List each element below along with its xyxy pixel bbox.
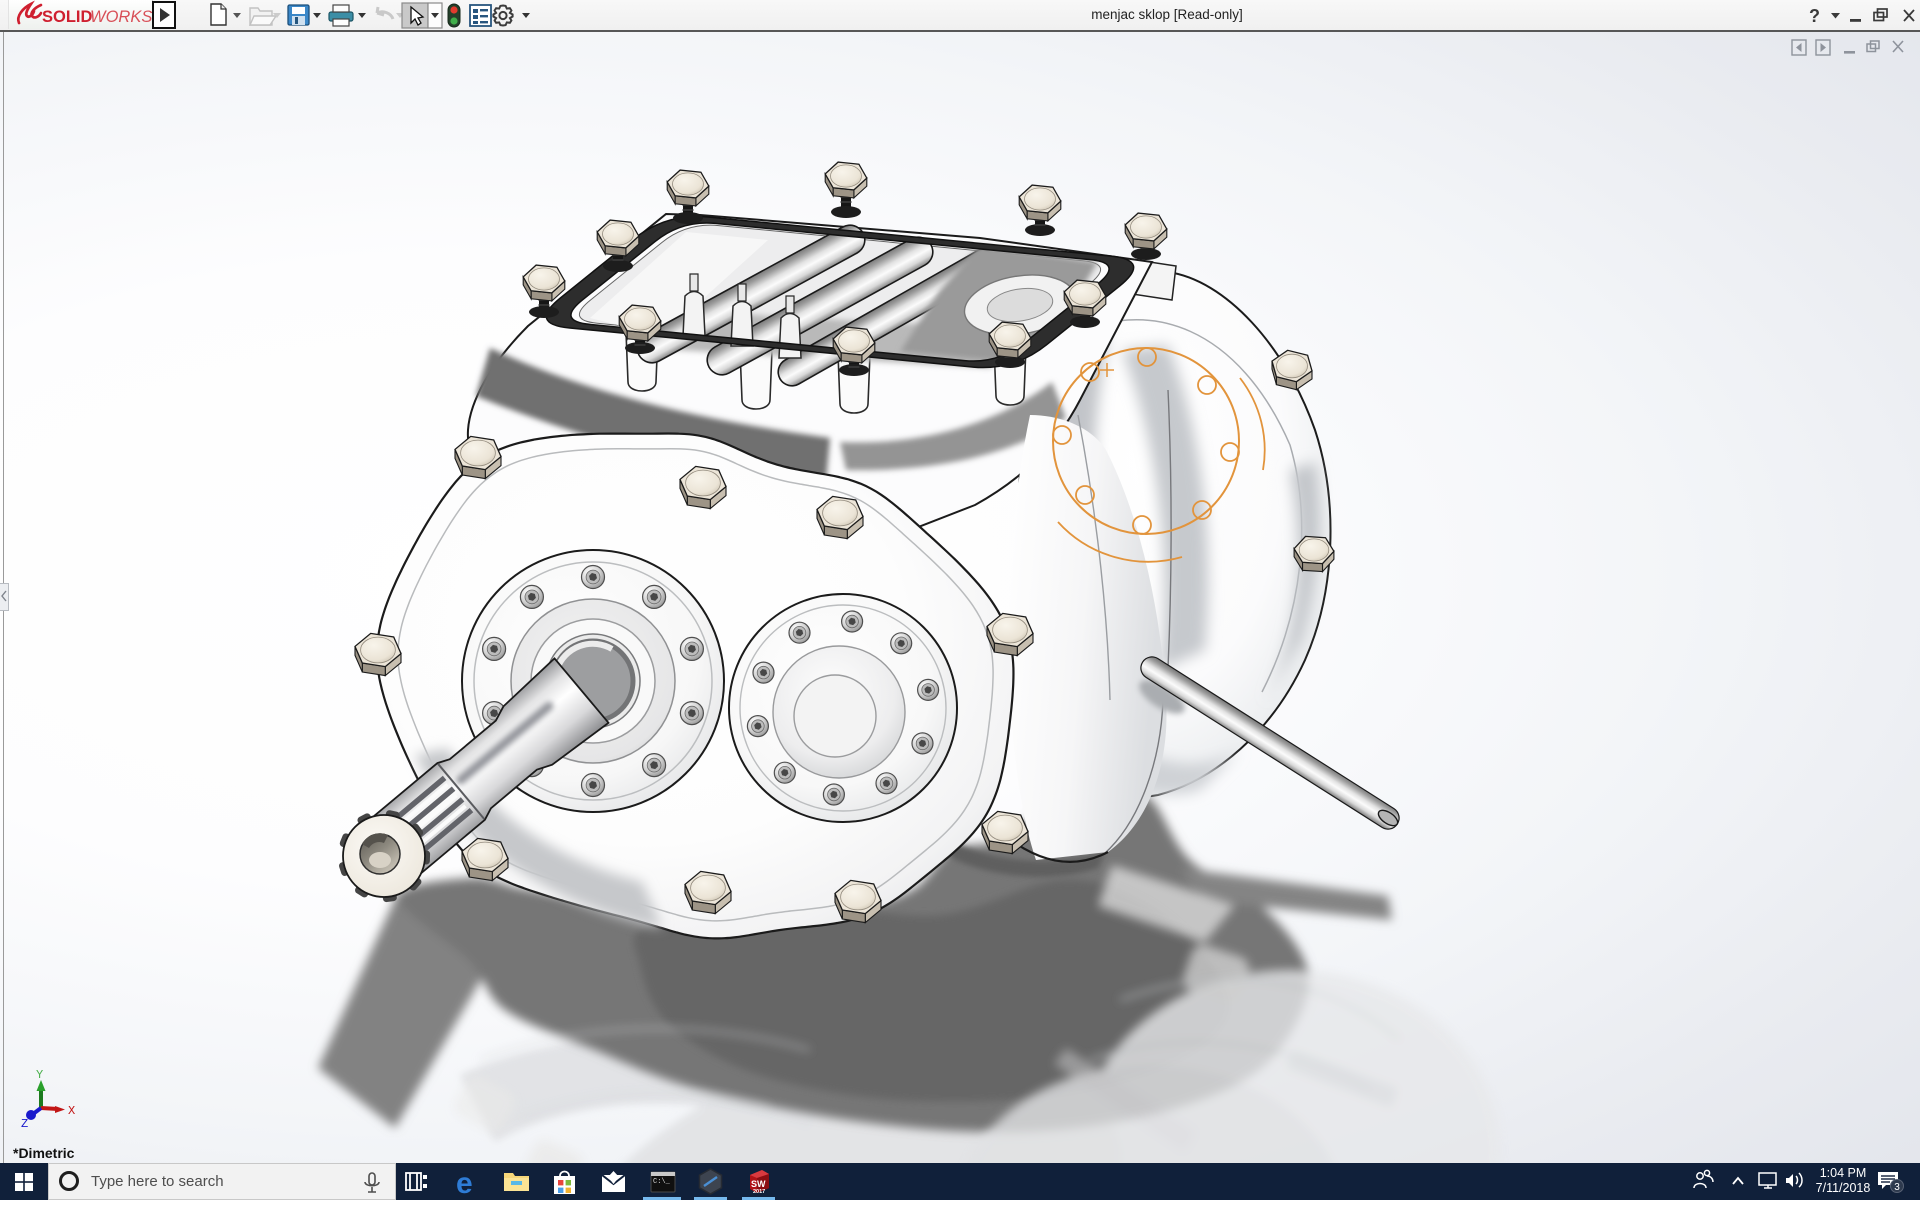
svg-text:WORKS: WORKS [90,8,152,26]
svg-text:?: ? [1809,6,1820,26]
svg-text:3: 3 [1894,1182,1900,1193]
svg-text:e: e [456,1167,473,1196]
svg-text:2017: 2017 [753,1189,765,1195]
svg-text:X: X [68,1104,75,1118]
svg-text:SW: SW [751,1179,766,1189]
svg-text:Z: Z [21,1117,28,1131]
svg-text:C:\_: C:\_ [653,1178,671,1186]
svg-text:Y: Y [36,1068,43,1082]
svg-text:SOLID: SOLID [42,8,93,26]
